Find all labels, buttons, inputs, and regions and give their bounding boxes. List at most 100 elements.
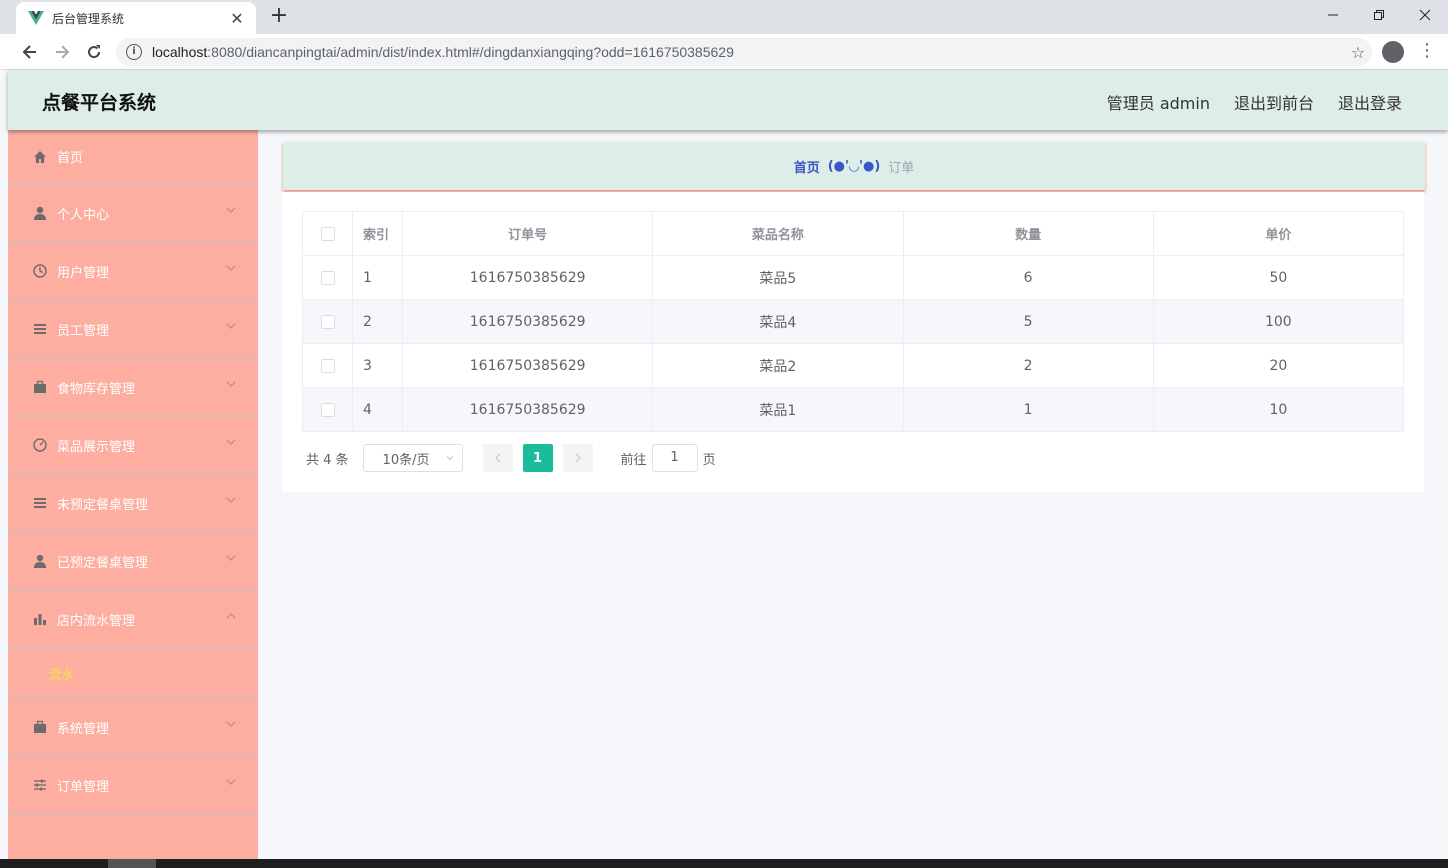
bookmark-star-icon[interactable]: ☆ <box>1344 43 1372 62</box>
chevron-down-icon <box>226 265 236 271</box>
sidebar-item-label: 已预定餐桌管理 <box>57 555 149 571</box>
cell-order-no: 1616750385629 <box>402 299 654 344</box>
column-header-unit-price: 单价 <box>1153 211 1405 256</box>
logout-link[interactable]: 退出登录 <box>1338 90 1402 114</box>
list-icon <box>32 495 48 511</box>
row-checkbox[interactable] <box>320 402 335 417</box>
select-all-checkbox[interactable] <box>320 226 335 241</box>
column-header-index: 索引 <box>352 211 404 256</box>
sidebar-item-home[interactable]: 首页 <box>8 130 258 185</box>
sidebar-item-label: 食物库存管理 <box>57 381 136 397</box>
breadcrumb-home[interactable]: 首页 <box>794 157 820 176</box>
chevron-down-icon <box>226 555 236 561</box>
sidebar-item-cashflow[interactable]: 店内流水管理 <box>8 591 258 649</box>
briefcase-icon <box>32 719 48 735</box>
goto-prefix: 前往 <box>620 452 647 468</box>
breadcrumb-separator: (●'◡'●) <box>827 158 881 174</box>
site-info-icon[interactable]: i <box>126 44 142 60</box>
cell-index: 2 <box>352 299 404 344</box>
order-items-table: 索引 订单号 菜品名称 数量 单价 1 1616750385629 菜品5 6 … <box>302 211 1405 432</box>
sidebar-item-unreserved-tables[interactable]: 未预定餐桌管理 <box>8 475 258 533</box>
chevron-down-icon <box>226 439 236 445</box>
chevron-down-icon <box>226 779 236 785</box>
new-tab-button[interactable]: + <box>266 4 292 30</box>
url-text: localhost:8080/diancanpingtai/admin/dist… <box>152 44 1344 60</box>
row-checkbox-cell[interactable] <box>302 343 354 388</box>
tab-title: 后台管理系统 <box>52 11 125 26</box>
cell-order-no: 1616750385629 <box>402 343 654 388</box>
chevron-down-icon <box>226 207 236 213</box>
reload-icon[interactable] <box>80 38 108 66</box>
cell-index: 3 <box>352 343 404 388</box>
row-checkbox-cell[interactable] <box>302 255 354 300</box>
table-row: 1 1616750385629 菜品5 6 50 <box>302 255 1405 300</box>
sidebar-item-profile[interactable]: 个人中心 <box>8 185 258 243</box>
sidebar-subitem-cashflow[interactable]: 流水 <box>8 649 258 699</box>
chevron-down-icon <box>226 381 236 387</box>
cell-index: 4 <box>352 387 404 432</box>
row-checkbox[interactable] <box>320 358 335 373</box>
prev-page-button[interactable] <box>482 444 513 472</box>
sidebar-item-label: 用户管理 <box>57 265 110 281</box>
page-size-select[interactable]: 10条/页 <box>362 444 463 472</box>
header-actions: 管理员 admin 退出到前台 退出登录 <box>1107 90 1402 114</box>
page-number-button[interactable]: 1 <box>522 444 553 472</box>
goto-suffix: 页 <box>702 452 716 468</box>
breadcrumb-current: 订单 <box>888 160 915 176</box>
chevron-left-icon <box>494 453 500 463</box>
pagination-total: 共 4 条 <box>306 452 349 468</box>
next-page-button[interactable] <box>562 444 593 472</box>
current-user-label: 管理员 admin <box>1106 94 1210 113</box>
goto-page-input[interactable]: 1 <box>651 444 698 472</box>
sidebar-subitem-label: 流水 <box>48 667 75 683</box>
column-header-order-no: 订单号 <box>402 211 654 256</box>
cell-dish-name: 菜品4 <box>652 299 904 344</box>
sidebar-item-staff[interactable]: 员工管理 <box>8 301 258 359</box>
table-row: 4 1616750385629 菜品1 1 10 <box>302 387 1405 432</box>
chevron-down-icon <box>446 456 453 461</box>
sidebar-item-reserved-tables[interactable]: 已预定餐桌管理 <box>8 533 258 591</box>
browser-tab[interactable]: 后台管理系统 ✕ <box>16 2 256 34</box>
user-icon <box>32 553 48 569</box>
sidebar-item-users[interactable]: 用户管理 <box>8 243 258 301</box>
briefcase-icon <box>32 379 48 395</box>
browser-toolbar: i localhost:8080/diancanpingtai/admin/di… <box>0 34 1448 70</box>
cell-dish-name: 菜品1 <box>652 387 904 432</box>
sidebar-menu: 首页 个人中心 用户管理 员工管理 食物库存管理 菜品展示管理 未预定餐桌管理 … <box>8 130 258 868</box>
os-taskbar <box>0 859 1448 868</box>
goto-page: 前往 1 页 <box>621 444 716 472</box>
sidebar-item-label: 未预定餐桌管理 <box>57 497 149 513</box>
table-row: 3 1616750385629 菜品2 2 20 <box>302 343 1405 388</box>
list-icon <box>32 321 48 337</box>
row-checkbox-cell[interactable] <box>302 299 354 344</box>
close-window-icon[interactable] <box>1402 0 1448 30</box>
taskbar-item[interactable] <box>108 859 156 868</box>
row-checkbox[interactable] <box>320 270 335 285</box>
address-bar[interactable]: i localhost:8080/diancanpingtai/admin/di… <box>116 38 1372 66</box>
select-all-checkbox-cell[interactable] <box>302 211 354 256</box>
minimize-icon[interactable] <box>1310 0 1356 30</box>
exit-to-front-link[interactable]: 退出到前台 <box>1234 90 1314 114</box>
cell-quantity: 2 <box>903 343 1154 388</box>
back-icon[interactable] <box>16 38 44 66</box>
gauge-icon <box>32 437 48 453</box>
cell-unit-price: 100 <box>1153 299 1405 344</box>
restore-icon[interactable] <box>1356 0 1402 30</box>
sidebar-item-label: 员工管理 <box>57 323 110 339</box>
row-checkbox-cell[interactable] <box>302 387 354 432</box>
cell-quantity: 6 <box>903 255 1154 300</box>
bar-chart-icon <box>32 611 48 627</box>
chevron-up-icon <box>226 613 236 619</box>
forward-icon[interactable] <box>48 38 76 66</box>
sidebar-item-food-stock[interactable]: 食物库存管理 <box>8 359 258 417</box>
table-row: 2 1616750385629 菜品4 5 100 <box>302 299 1405 344</box>
sidebar-item-label: 订单管理 <box>57 779 110 795</box>
browser-menu-icon[interactable]: ⋮ <box>1418 40 1436 64</box>
tab-close-icon[interactable]: ✕ <box>228 9 246 28</box>
row-checkbox[interactable] <box>320 314 335 329</box>
sidebar-item-dish-display[interactable]: 菜品展示管理 <box>8 417 258 475</box>
sidebar-item-system[interactable]: 系统管理 <box>8 699 258 757</box>
profile-avatar-icon[interactable] <box>1382 41 1404 63</box>
sidebar-item-orders[interactable]: 订单管理 <box>8 757 258 815</box>
app-title: 点餐平台系统 <box>42 92 157 114</box>
